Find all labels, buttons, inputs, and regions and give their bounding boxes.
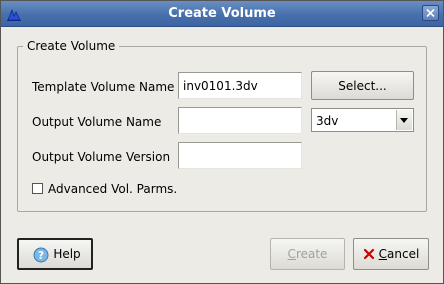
help-button[interactable]: ? Help	[17, 238, 93, 270]
close-icon	[426, 9, 435, 17]
create-button[interactable]: Create	[270, 238, 345, 270]
cancel-button-label: Cancel	[379, 247, 420, 261]
help-icon: ?	[33, 247, 49, 263]
template-volume-input[interactable]: inv0101.3dv	[178, 72, 302, 99]
title-bar[interactable]: Create Volume	[1, 1, 443, 27]
extension-select-arrow[interactable]	[396, 110, 412, 130]
select-button-label: Select...	[338, 79, 387, 93]
help-button-label: Help	[53, 247, 81, 261]
group-title: Create Volume	[23, 39, 120, 53]
svg-text:?: ?	[38, 249, 44, 262]
cancel-mnemonic: C	[378, 247, 388, 261]
close-button[interactable]	[422, 5, 439, 21]
window-title: Create Volume	[168, 6, 276, 21]
create-button-label: Create	[288, 247, 328, 261]
create-volume-dialog: Create Volume Create Volume Template Vol…	[0, 0, 444, 284]
template-volume-label: Template Volume Name	[32, 80, 175, 94]
chevron-down-icon	[400, 118, 408, 123]
create-mnemonic: C	[287, 247, 296, 261]
advanced-params-checkbox[interactable]	[32, 183, 43, 194]
output-version-input[interactable]	[178, 142, 302, 169]
output-version-label: Output Volume Version	[32, 150, 171, 164]
output-volume-label: Output Volume Name	[32, 115, 162, 129]
extension-select[interactable]: 3dv	[311, 108, 414, 132]
output-volume-input[interactable]	[178, 107, 302, 134]
advanced-params-label[interactable]: Advanced Vol. Parms.	[48, 182, 177, 196]
extension-select-value: 3dv	[316, 114, 339, 128]
create-label-rest: reate	[295, 247, 328, 261]
select-button[interactable]: Select...	[311, 71, 414, 100]
cancel-x-icon	[363, 248, 375, 260]
cancel-button[interactable]: Cancel	[353, 238, 429, 270]
cancel-label-rest: ancel	[387, 247, 420, 261]
